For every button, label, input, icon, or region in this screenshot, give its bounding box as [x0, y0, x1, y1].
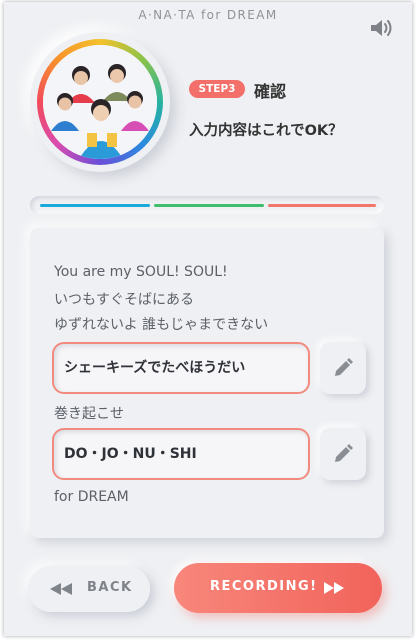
lyric-line-2: いつもすぐそばにある [54, 292, 194, 308]
step-badge: STEP3 [189, 80, 245, 98]
lyrics-card: You are my SOUL! SOUL! いつもすぐそばにある ゆずれないよ… [30, 228, 384, 538]
lyric-line-3: ゆずれないよ 誰もじゃまできない [54, 317, 269, 333]
confirm-question: 入力内容はこれでOK？ [189, 123, 343, 139]
step-title: 確認 [254, 82, 287, 101]
edit-button-1[interactable] [320, 342, 366, 394]
group-photo-image [43, 45, 157, 159]
pencil-icon [335, 358, 353, 376]
back-button[interactable]: BACK [28, 566, 150, 612]
fast-forward-icon [324, 582, 344, 594]
speaker-icon[interactable] [368, 17, 394, 39]
lyric-input-2[interactable]: DO・JO・NU・SHI [52, 428, 310, 480]
edit-button-2[interactable] [320, 428, 366, 480]
app-title: A·NA·TA for DREAM [138, 8, 278, 22]
recording-label: RECORDING! [210, 579, 318, 594]
progress-segment-3 [268, 204, 376, 207]
lyric-line-1: You are my SOUL! SOUL! [54, 264, 228, 280]
recording-button[interactable]: RECORDING! [174, 563, 382, 613]
progress-segment-1 [40, 204, 150, 207]
avatar [30, 32, 170, 172]
progress-bar [30, 196, 384, 214]
lyric-line-5: for DREAM [54, 489, 129, 505]
app-frame: A·NA·TA for DREAM STEP3 確認 入力内容はこれでOK？ Y… [4, 2, 412, 636]
progress-segment-2 [154, 204, 264, 207]
rewind-icon [50, 583, 72, 595]
lyric-input-1[interactable]: シェーキーズでたべほうだい [52, 342, 310, 394]
avatar-photo [43, 45, 157, 159]
pencil-icon [335, 444, 353, 462]
back-label: BACK [87, 580, 133, 595]
lyric-line-4: 巻き起こせ [54, 406, 124, 422]
